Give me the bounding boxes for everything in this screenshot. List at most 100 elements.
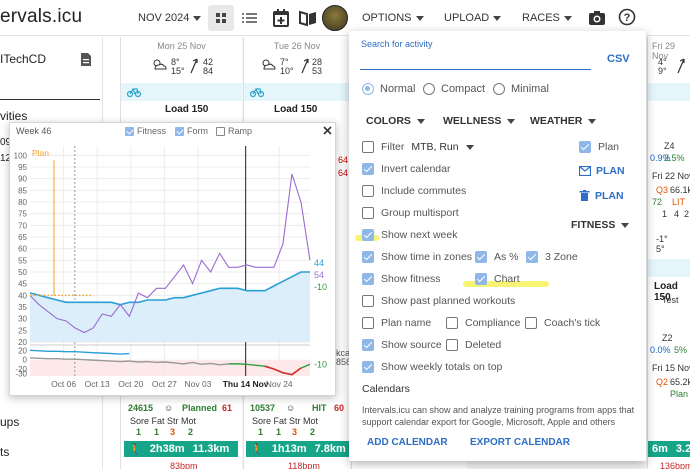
wellness-value: 2 [684,209,690,219]
screenshot-button[interactable] [588,9,606,27]
workout-bar[interactable] [648,83,690,101]
plan-option[interactable]: Plan [579,141,619,153]
colors-menu[interactable]: COLORS [366,115,425,127]
plan-email-button[interactable]: PLAN [579,165,625,177]
grid-view-button[interactable] [208,5,234,31]
toggle-ramp[interactable]: Ramp [216,126,252,136]
toggle-fitness[interactable]: Fitness [125,126,166,136]
brand-logo[interactable]: ervals.icu [0,6,82,28]
checkbox[interactable] [175,126,184,136]
show-past-planned-option[interactable]: Show past planned workouts [362,295,515,307]
checkbox[interactable] [579,141,591,153]
activity-duration: 1h13m [271,443,307,455]
activity-bar[interactable]: 6m 3.2 [648,441,690,457]
plan-name-option[interactable]: Plan name [362,317,431,329]
heart-rate-avg: 83bpm [170,461,198,469]
user-name[interactable]: ITechCD [0,52,46,66]
checkbox[interactable] [362,163,374,175]
checkbox[interactable] [362,295,374,307]
checkbox[interactable] [362,207,374,219]
checkbox[interactable] [446,339,458,351]
checkbox[interactable] [362,317,374,329]
option-label: Show fitness [381,273,441,285]
y-tick-label: 75 [18,210,27,219]
wellness-value: 4 [674,209,680,219]
checkbox[interactable] [525,317,537,329]
checkbox[interactable] [362,339,374,351]
sidebar-item-reports[interactable]: ts [0,445,9,459]
three-zone-option[interactable]: 3 Zone [526,251,578,263]
search-input[interactable] [360,69,591,70]
radio-button[interactable] [362,83,374,95]
checkbox[interactable] [446,317,458,329]
add-event-button[interactable] [272,8,290,28]
mode-normal[interactable]: Normal [362,83,415,95]
fitness-chart-popup[interactable]: Week 46 Fitness Form Ramp 20 25 30 35 40 45 50… [9,122,336,396]
radio-button[interactable] [423,83,435,95]
option-label: Compliance [465,317,521,329]
show-time-in-zones-option[interactable]: Show time in zones [362,251,472,263]
activity-bar[interactable]: 🚶 2h38m 11.3km [124,441,238,457]
group-multisport-option[interactable]: Group multisport [362,207,459,219]
checkbox[interactable] [362,185,374,197]
radio-button[interactable] [493,83,505,95]
filter-value[interactable]: MTB, Run [411,141,458,153]
wellness-value: 2 [188,427,194,437]
checkbox[interactable] [362,141,374,153]
mode-compact[interactable]: Compact [423,83,485,95]
mode-minimal[interactable]: Minimal [493,83,549,95]
weather-menu[interactable]: WEATHER [530,115,597,127]
zones-as-percent-option[interactable]: As % [475,251,519,263]
compliance-option[interactable]: Compliance [446,317,520,329]
coach-tick-option[interactable]: Coach's tick [525,317,600,329]
x-tick-label: Nov 03 [185,379,212,389]
checkbox[interactable] [125,126,134,136]
chevron-down-icon [415,15,424,21]
workout-bar[interactable] [244,83,350,101]
activity-bar[interactable]: 🚶 1h13m 7.8km [246,441,350,457]
fitness-chart[interactable]: 20253035404550556065707580859095100200-2… [10,140,337,397]
checkbox[interactable] [362,361,374,373]
chart-option[interactable]: Chart [475,273,520,285]
show-weekly-totals-option[interactable]: Show weekly totals on top [362,361,502,373]
filter-option[interactable]: Filter MTB, Run [362,141,474,153]
checkbox[interactable] [362,273,374,285]
wellness-menu[interactable]: WELLNESS [443,115,516,127]
sidebar-item-activities[interactable]: vities [0,109,27,123]
upload-menu-button[interactable]: UPLOAD [444,8,502,28]
month-selector[interactable]: NOV 2024 [138,8,202,28]
help-button[interactable]: ? [618,8,636,26]
fitness-menu[interactable]: FITNESS [571,219,630,231]
radio-label: Normal [380,83,416,95]
checkbox[interactable] [475,251,487,263]
export-calendar-button[interactable]: EXPORT CALENDAR [470,437,570,448]
avatar[interactable] [322,5,348,31]
workout-bar[interactable] [648,259,690,277]
menu-label: FITNESS [571,219,616,231]
checkbox[interactable] [362,251,374,263]
show-fitness-option[interactable]: Show fitness [362,273,441,285]
wellness-header: Sore Fat Str Mot [252,416,319,426]
add-calendar-button[interactable]: ADD CALENDAR [367,437,448,448]
csv-button[interactable]: CSV [607,53,630,65]
invert-calendar-option[interactable]: Invert calendar [362,163,450,175]
list-view-button[interactable] [240,9,260,27]
checkbox[interactable] [362,229,374,241]
notes-button[interactable] [298,9,318,27]
sidebar-item-groups[interactable]: ups [0,415,19,429]
workout-bar[interactable] [121,83,242,101]
close-icon[interactable] [322,125,333,136]
show-source-option[interactable]: Show source [362,339,442,351]
plan-delete-button[interactable]: PLAN [579,190,624,202]
races-menu-button[interactable]: RACES [522,8,572,28]
document-icon[interactable] [80,52,92,67]
checkbox[interactable] [216,126,225,136]
checkbox[interactable] [526,251,538,263]
options-menu-button[interactable]: OPTIONS [362,8,424,28]
day-column-fri[interactable]: Fri 29 Nov 4° 9° Z4 0.9% 2.5% Fri 22 Nov… [647,37,690,469]
checkbox[interactable] [475,273,487,285]
deleted-option[interactable]: Deleted [446,339,501,351]
show-next-week-option[interactable]: Show next week [362,229,457,241]
toggle-form[interactable]: Form [175,126,208,136]
include-commutes-option[interactable]: Include commutes [362,185,466,197]
